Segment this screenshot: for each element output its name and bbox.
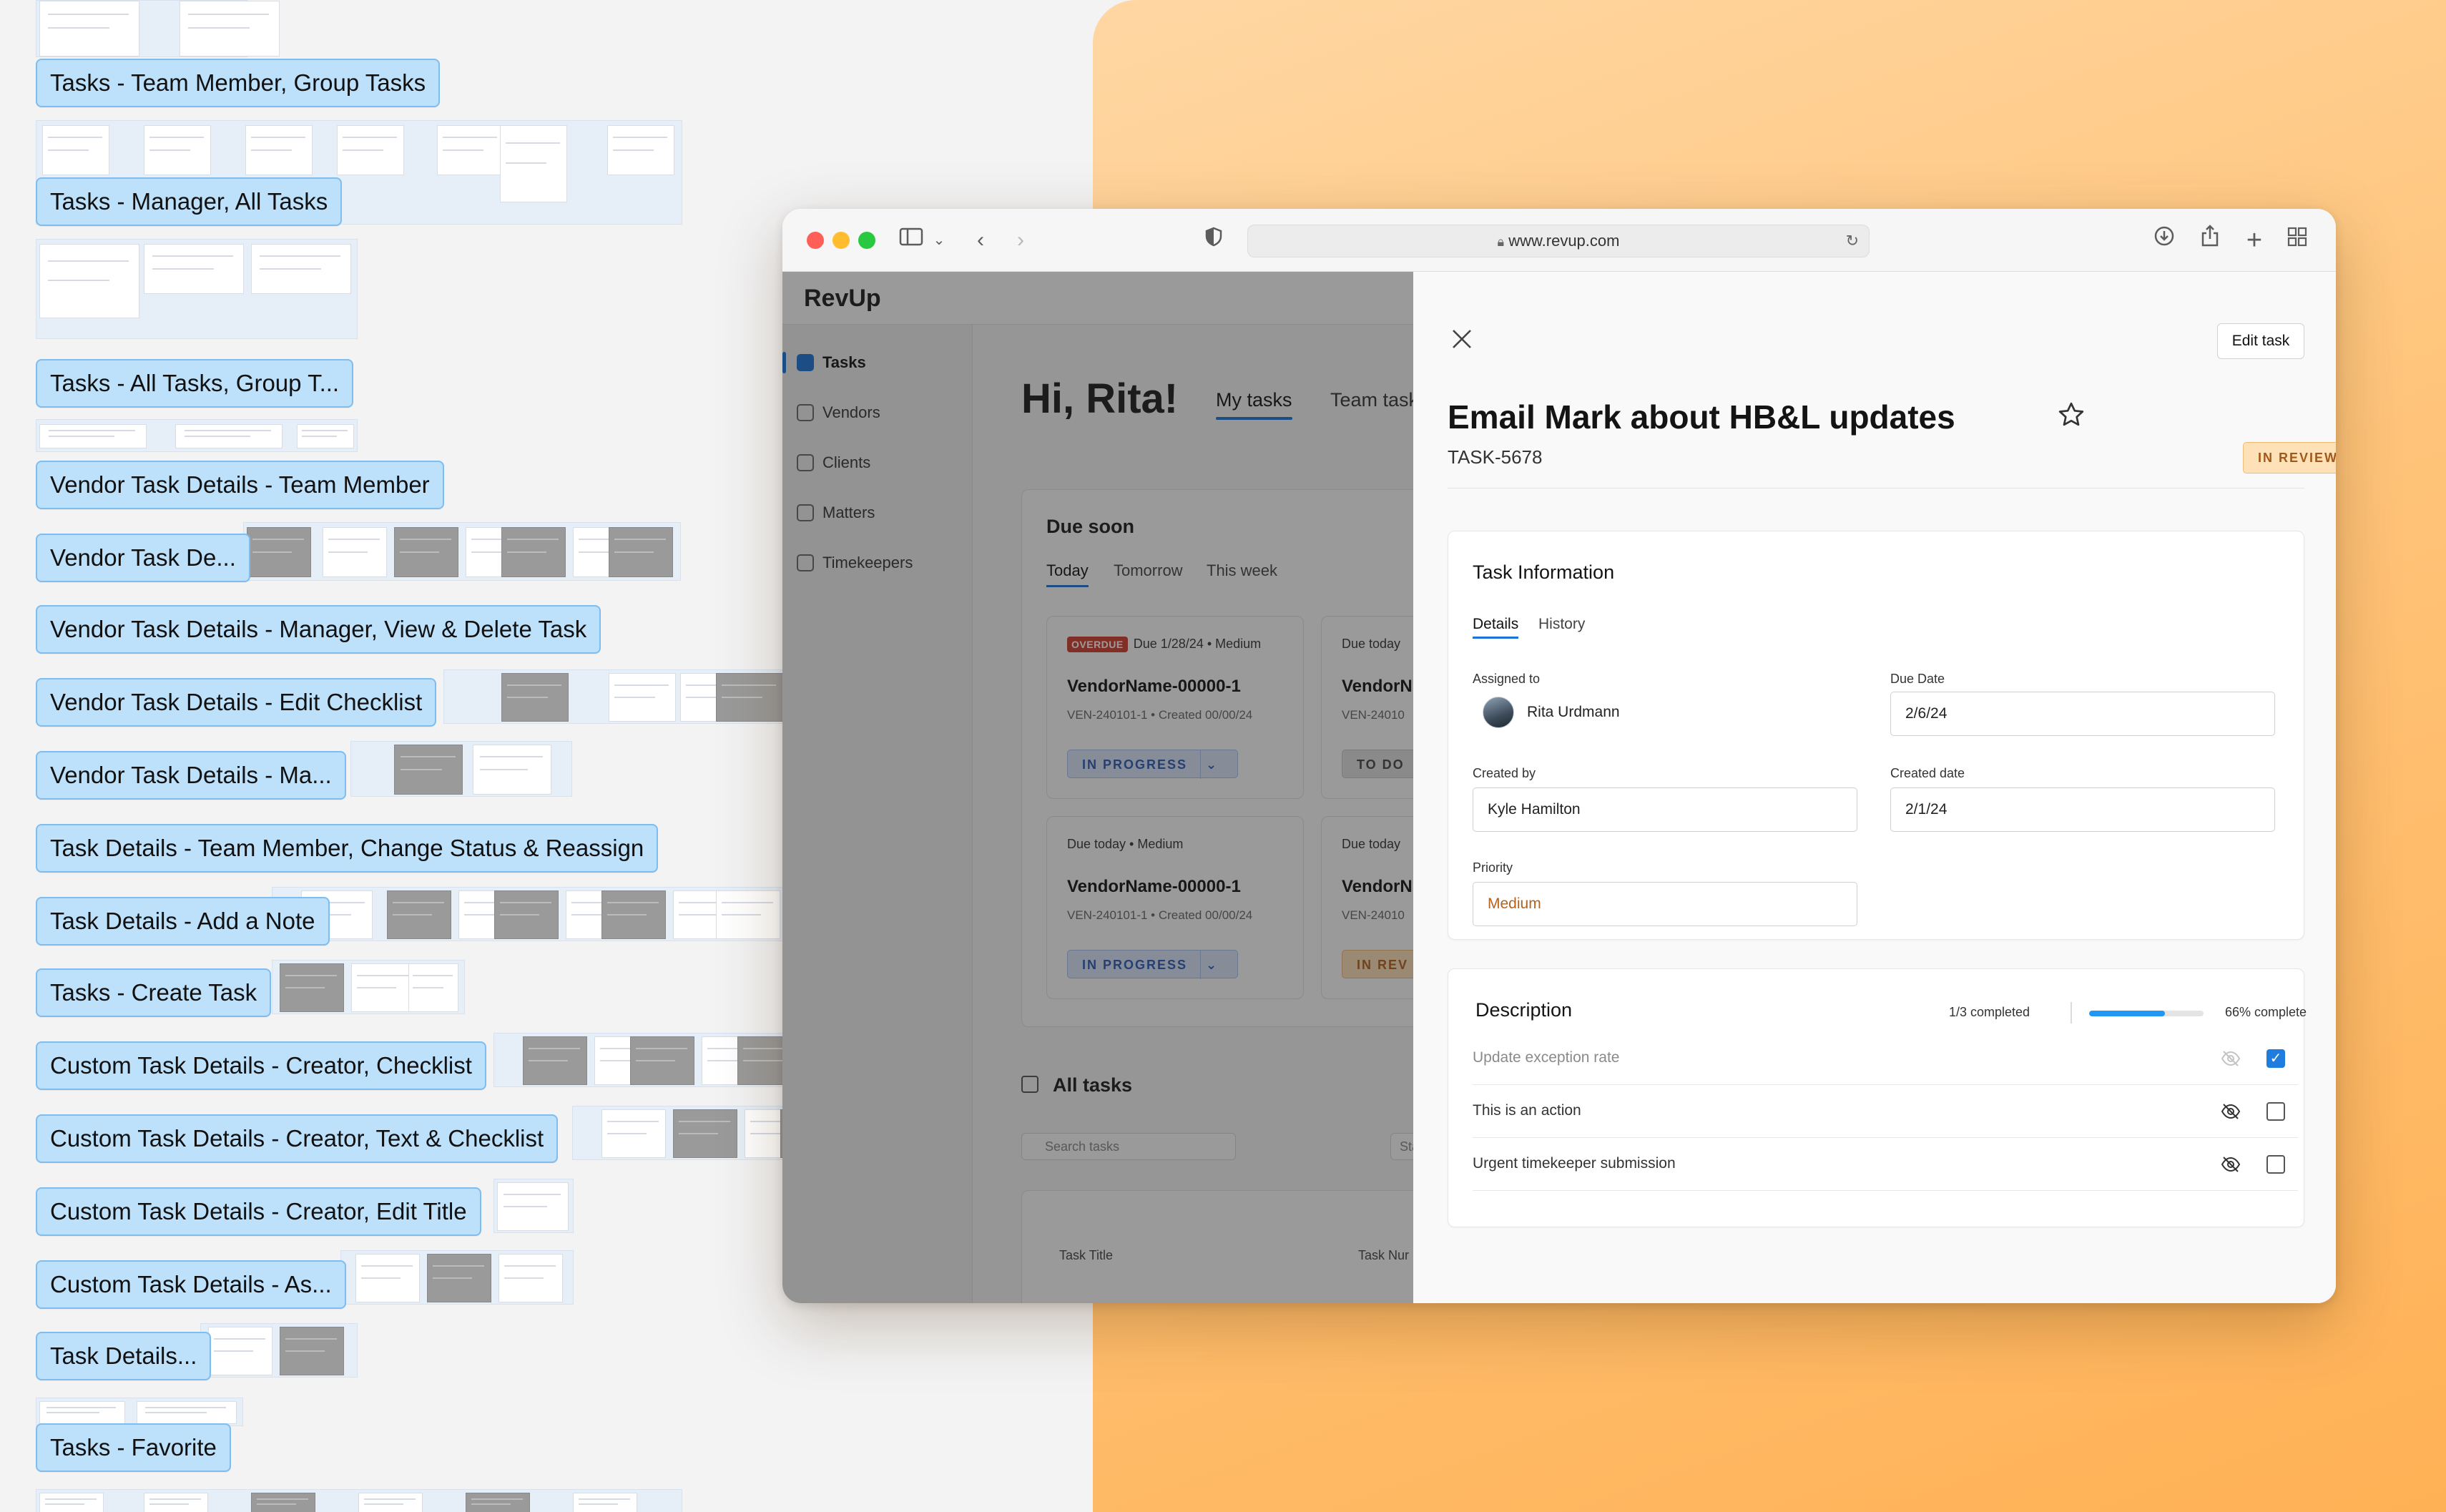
tab-overview-icon[interactable] <box>2284 225 2310 256</box>
close-icon[interactable] <box>1449 328 1475 353</box>
priority-field[interactable]: Medium <box>1473 882 1857 926</box>
created-by-field[interactable]: Kyle Hamilton <box>1473 787 1857 832</box>
frame-label[interactable]: Task Details - Team Member, Change Statu… <box>36 824 659 873</box>
sidebar-toggle-icon[interactable] <box>897 225 925 256</box>
description-panel: Description 1/3 completed 66% complete U… <box>1448 968 2307 1227</box>
tab-history[interactable]: History <box>1538 616 1585 633</box>
star-icon[interactable] <box>2057 401 2086 436</box>
close-window-button[interactable] <box>807 232 824 249</box>
checklist-item[interactable]: Urgent timekeeper submission <box>1473 1138 2298 1191</box>
shield-icon[interactable] <box>1203 225 1224 256</box>
checklist-item-text: Urgent timekeeper submission <box>1473 1155 1676 1172</box>
task-detail-drawer: Edit task Email Mark about HB&L updates … <box>1413 272 2336 1303</box>
status-label: IN REVIEW <box>2258 451 2336 465</box>
task-id: TASK-5678 <box>1448 446 1543 468</box>
field-label: Created date <box>1890 766 1965 780</box>
percent-complete: 66% complete <box>2225 1005 2307 1019</box>
new-tab-icon[interactable]: + <box>2241 225 2267 256</box>
checklist-item-text: Update exception rate <box>1473 1049 1620 1066</box>
frame-label[interactable]: Vendor Task Details - Manager, View & De… <box>36 605 601 654</box>
back-icon[interactable]: ‹ <box>970 225 991 256</box>
frame-group <box>350 741 572 797</box>
eye-off-icon[interactable] <box>2221 1155 2241 1174</box>
frame-group <box>36 419 358 452</box>
field-label: Due Date <box>1890 672 1945 686</box>
frame-group <box>36 1398 243 1426</box>
checklist-item[interactable]: This is an action <box>1473 1085 2298 1138</box>
app-viewport: RevUp Tasks Vendors Clients Matters Time… <box>782 272 2336 1303</box>
frame-label[interactable]: Custom Task Details - As... <box>36 1260 346 1309</box>
frame-label[interactable]: Tasks - Team Member, Group Tasks <box>36 59 441 107</box>
reload-icon[interactable]: ↻ <box>1846 225 1859 257</box>
frame-group <box>493 1179 574 1233</box>
forward-icon[interactable]: › <box>1010 225 1031 256</box>
field-label: Priority <box>1473 860 1513 875</box>
assignee-field[interactable]: Rita Urdmann <box>1483 693 1620 732</box>
panel-title: Task Information <box>1473 561 1615 583</box>
completed-count: 1/3 completed <box>1949 1005 2030 1019</box>
lock-icon: 🔒︎ <box>1497 235 1505 249</box>
progress-fill <box>2089 1011 2165 1016</box>
divider <box>2071 1002 2072 1023</box>
frame-label[interactable]: Vendor Task Details - Ma... <box>36 751 346 800</box>
frame-label[interactable]: Tasks - Create Task <box>36 968 272 1017</box>
checkbox[interactable] <box>2266 1102 2285 1121</box>
task-information-panel: Task Information Details History Assigne… <box>1448 531 2304 940</box>
frame-group <box>36 239 358 339</box>
zoom-window-button[interactable] <box>858 232 875 249</box>
address-bar[interactable]: 🔒︎ www.revup.com ↻ <box>1247 225 1870 257</box>
assignee-name: Rita Urdmann <box>1527 704 1620 720</box>
frame-group <box>340 1250 574 1305</box>
checklist-item-text: This is an action <box>1473 1102 1581 1119</box>
eye-off-icon[interactable] <box>2221 1049 2241 1068</box>
frame-group <box>200 1323 358 1378</box>
modal-overlay[interactable] <box>782 272 1413 1303</box>
frame-group <box>36 0 280 57</box>
eye-off-icon[interactable] <box>2221 1102 2241 1121</box>
panel-title: Description <box>1475 999 1573 1021</box>
frame-label[interactable]: Vendor Task Details - Team Member <box>36 461 444 509</box>
chevron-down-icon[interactable]: ⌄ <box>930 225 948 256</box>
checklist-item[interactable]: Update exception rate ✓ <box>1473 1032 2298 1085</box>
minimize-window-button[interactable] <box>832 232 850 249</box>
progress-bar <box>2089 1011 2204 1016</box>
field-label: Assigned to <box>1473 672 1541 686</box>
frame-label[interactable]: Tasks - All Tasks, Group T... <box>36 359 354 408</box>
url-text: www.revup.com <box>1508 232 1620 250</box>
frame-label[interactable]: Custom Task Details - Creator, Edit Titl… <box>36 1187 481 1236</box>
created-date-field[interactable]: 2/1/24 <box>1890 787 2275 832</box>
divider <box>1448 488 2304 489</box>
browser-toolbar: ⌄ ‹ › 🔒︎ www.revup.com ↻ + <box>782 209 2336 272</box>
frame-label[interactable]: Tasks - Favorite <box>36 1423 231 1472</box>
frame-label[interactable]: Custom Task Details - Creator, Checklist <box>36 1041 486 1090</box>
frame-label[interactable]: Task Details - Add a Note <box>36 897 330 946</box>
share-icon[interactable] <box>2197 225 2223 256</box>
browser-window: ⌄ ‹ › 🔒︎ www.revup.com ↻ + RevUp Tasks V… <box>782 209 2336 1303</box>
task-title: Email Mark about HB&L updates <box>1448 398 1955 436</box>
edit-task-button[interactable]: Edit task <box>2217 323 2304 359</box>
frame-label[interactable]: Task Details... <box>36 1332 212 1380</box>
download-icon[interactable] <box>2151 225 2177 256</box>
frame-group <box>36 1489 682 1512</box>
frame-label[interactable]: Vendor Task Details - Edit Checklist <box>36 678 437 727</box>
avatar <box>1483 697 1514 728</box>
field-label: Created by <box>1473 766 1536 780</box>
frame-label[interactable]: Vendor Task De... <box>36 534 250 582</box>
tab-details[interactable]: Details <box>1473 616 1519 639</box>
frame-label[interactable]: Custom Task Details - Creator, Text & Ch… <box>36 1114 559 1163</box>
frame-group <box>243 522 681 581</box>
status-dropdown[interactable]: IN REVIEW⌄ <box>2243 442 2336 473</box>
checkbox[interactable] <box>2266 1155 2285 1174</box>
checkbox[interactable]: ✓ <box>2266 1049 2285 1068</box>
frame-label[interactable]: Tasks - Manager, All Tasks <box>36 177 343 226</box>
due-date-field[interactable]: 2/6/24 <box>1890 692 2275 736</box>
frame-group <box>272 960 465 1014</box>
